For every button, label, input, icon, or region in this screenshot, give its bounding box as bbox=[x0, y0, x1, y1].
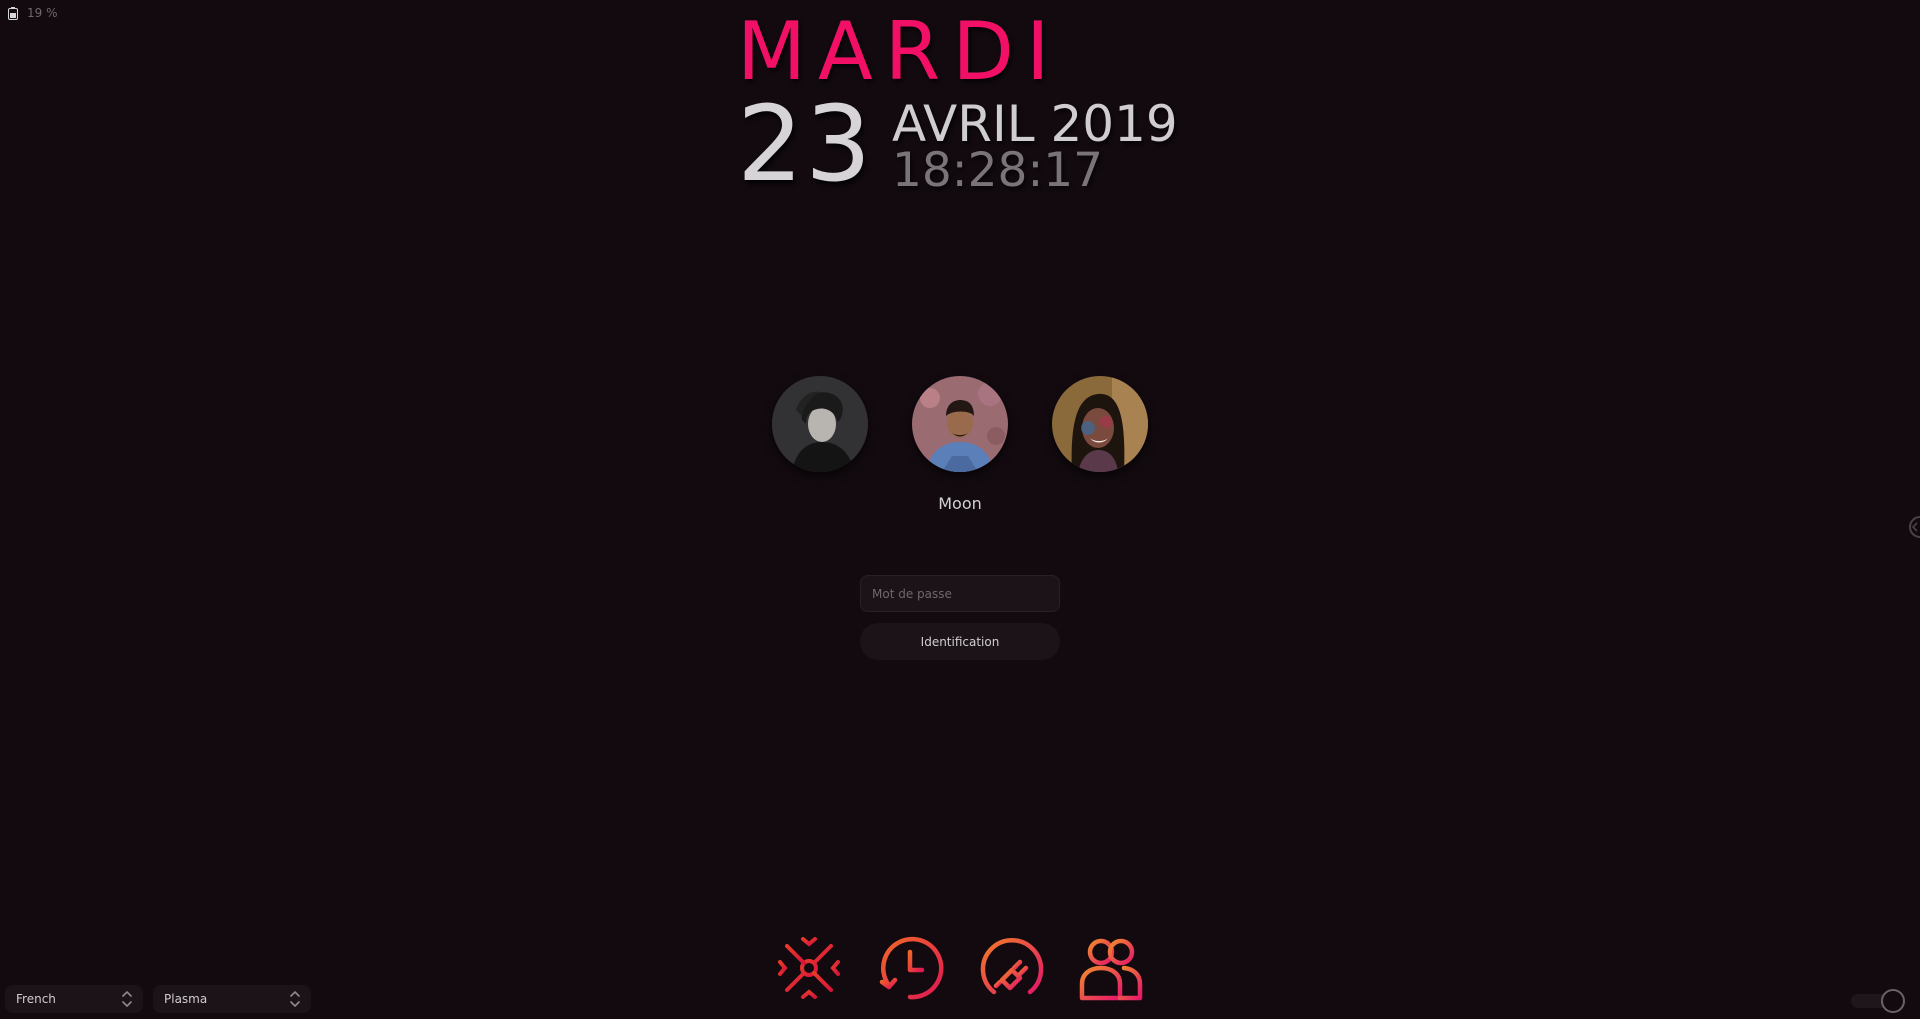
user-avatar-portrait bbox=[1052, 376, 1148, 472]
user-avatar[interactable] bbox=[1052, 376, 1148, 472]
clock-day-number: 23 bbox=[737, 83, 874, 205]
user-avatar-portrait bbox=[912, 376, 1008, 472]
user-avatar[interactable] bbox=[772, 376, 868, 472]
chevron-updown-icon bbox=[290, 991, 300, 1007]
switch-user-button[interactable] bbox=[1074, 932, 1146, 1004]
hibernate-clock-icon bbox=[878, 936, 944, 1000]
shutdown-plug-icon bbox=[980, 938, 1044, 995]
keyboard-layout-value: French bbox=[16, 992, 56, 1006]
login-button[interactable]: Identification bbox=[860, 623, 1060, 660]
side-panel-handle-icon[interactable] bbox=[1907, 516, 1920, 538]
login-screen: 19 % MARDI 23 AVRIL 2019 18:28:17 Moon I… bbox=[0, 0, 1920, 1019]
suspend-snowflake-icon bbox=[775, 934, 843, 1002]
battery-indicator: 19 % bbox=[8, 6, 58, 20]
hibernate-button[interactable] bbox=[874, 932, 946, 1004]
clock-month-year: AVRIL 2019 bbox=[892, 95, 1178, 153]
keyboard-layout-selector[interactable]: French bbox=[5, 985, 143, 1013]
shutdown-button[interactable] bbox=[974, 932, 1046, 1004]
clock-time: 18:28:17 bbox=[892, 143, 1104, 198]
clock-day-name: MARDI bbox=[737, 5, 1062, 98]
session-selector[interactable]: Plasma bbox=[153, 985, 311, 1013]
password-field[interactable] bbox=[860, 575, 1060, 612]
virtual-keyboard-toggle[interactable] bbox=[1850, 988, 1908, 1014]
suspend-button[interactable] bbox=[773, 932, 845, 1004]
user-avatar-portrait bbox=[772, 376, 868, 472]
session-value: Plasma bbox=[164, 992, 208, 1006]
selected-user-name: Moon bbox=[938, 494, 982, 513]
chevron-updown-icon bbox=[122, 991, 132, 1007]
battery-percentage: 19 % bbox=[27, 6, 58, 20]
user-avatar-selected[interactable] bbox=[912, 376, 1008, 472]
switch-user-icon bbox=[1079, 938, 1143, 1001]
battery-icon bbox=[8, 6, 18, 20]
